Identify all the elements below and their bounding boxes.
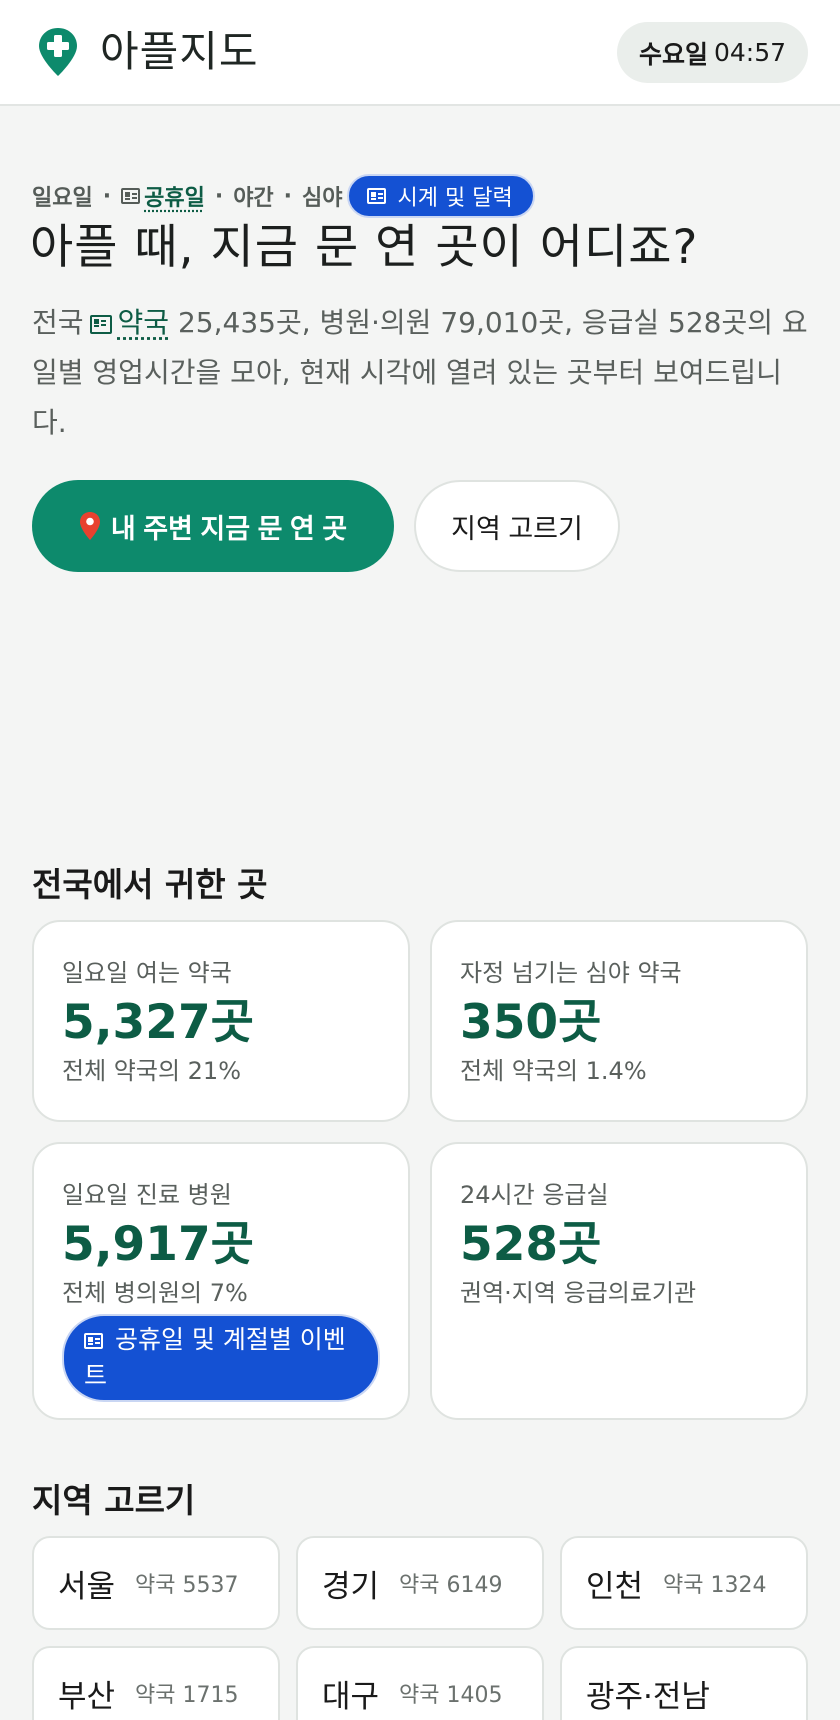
clock-calendar-chip[interactable]: 시계 및 달력: [346, 174, 535, 218]
secondary-button-label: 지역 고르기: [451, 513, 583, 544]
stat-note: 전체 병의원의 7%: [62, 1279, 248, 1307]
app-title[interactable]: 아플지도: [100, 24, 259, 80]
stat-value: 5,917곳: [62, 1217, 254, 1272]
region-count: 약국 1405: [399, 1683, 503, 1708]
stat-label: 일요일 진료 병원: [62, 1181, 232, 1209]
region-count: 약국 5537: [135, 1573, 239, 1598]
region-card-gwangju-jeonnam[interactable]: 광주·전남: [560, 1646, 808, 1720]
clock-time: 04:57: [713, 38, 786, 67]
meta-separator: ·: [102, 183, 112, 209]
stat-value: 5,327곳: [62, 995, 254, 1050]
primary-button-label: 내 주변 지금 문 연 곳: [110, 513, 348, 544]
region-name: 인천: [586, 1568, 644, 1605]
region-card-busan[interactable]: 부산 약국 1715: [32, 1646, 280, 1720]
stat-label: 자정 넘기는 심야 약국: [460, 959, 682, 987]
meta-holiday-label: 공휴일: [144, 186, 205, 211]
chip-label: 공휴일 및 계절별 이벤트: [84, 1325, 346, 1390]
clock-pill: 수요일 04:57: [616, 22, 808, 83]
meta-day: 일요일: [32, 186, 93, 211]
region-count: 약국 1324: [663, 1573, 767, 1598]
holiday-events-chip[interactable]: 공휴일 및 계절별 이벤트: [62, 1314, 380, 1402]
stat-card[interactable]: 일요일 진료 병원 5,917곳 전체 병의원의 7% 공휴일 및 계절별 이벤…: [32, 1142, 410, 1420]
region-name: 대구: [322, 1678, 380, 1715]
meta-separator: ·: [214, 183, 224, 209]
meta-separator: ·: [283, 183, 293, 209]
newspaper-icon: [84, 1333, 103, 1349]
stat-card[interactable]: 자정 넘기는 심야 약국 350곳 전체 약국의 1.4%: [430, 920, 808, 1122]
medical-pin-icon[interactable]: [38, 27, 78, 77]
region-count: 약국 6149: [399, 1573, 503, 1598]
region-name: 부산: [58, 1678, 116, 1715]
region-name: 경기: [322, 1568, 380, 1605]
desc-prefix: 전국: [32, 306, 84, 339]
region-card-daegu[interactable]: 대구 약국 1405: [296, 1646, 544, 1720]
region-card-gyeonggi[interactable]: 경기 약국 6149: [296, 1536, 544, 1630]
stat-card[interactable]: 일요일 여는 약국 5,327곳 전체 약국의 21%: [32, 920, 410, 1122]
nearby-open-now-button[interactable]: 내 주변 지금 문 연 곳: [32, 480, 394, 572]
hero-title: 아플 때, 지금 문 연 곳이 어디죠?: [30, 220, 699, 275]
newspaper-icon: [366, 188, 386, 204]
meta-night: 야간: [233, 186, 274, 211]
section-title-rare: 전국에서 귀한 곳: [32, 865, 268, 904]
region-count: 약국 1715: [135, 1683, 239, 1708]
map-pin-icon: [79, 512, 100, 540]
stat-value: 528곳: [460, 1217, 602, 1272]
meta-late-night: 심야: [302, 186, 343, 211]
stat-note: 전체 약국의 1.4%: [460, 1057, 647, 1085]
section-title-regions: 지역 고르기: [32, 1481, 196, 1520]
stat-value: 350곳: [460, 995, 602, 1050]
meta-holiday-link[interactable]: 공휴일: [121, 180, 205, 212]
stat-label: 24시간 응급실: [460, 1181, 609, 1209]
stat-note: 전체 약국의 21%: [62, 1057, 242, 1085]
region-card-incheon[interactable]: 인천 약국 1324: [560, 1536, 808, 1630]
stat-label: 일요일 여는 약국: [62, 959, 232, 987]
newspaper-icon: [121, 188, 141, 204]
pharmacy-link[interactable]: 약국: [118, 306, 170, 339]
app-header: 아플지도 수요일 04:57: [0, 0, 840, 106]
newspaper-icon: [89, 314, 112, 334]
region-name: 광주·전남: [586, 1678, 710, 1715]
choose-region-button[interactable]: 지역 고르기: [414, 480, 620, 572]
clock-day: 수요일: [638, 39, 708, 69]
chip-label: 시계 및 달력: [397, 186, 513, 211]
hero-description: 전국 약국 25,435곳, 병원·의원 79,010곳, 응급실 528곳의 요…: [32, 298, 812, 448]
stat-card[interactable]: 24시간 응급실 528곳 권역·지역 응급의료기관: [430, 1142, 808, 1420]
region-name: 서울: [58, 1568, 116, 1605]
stat-note: 권역·지역 응급의료기관: [460, 1279, 697, 1307]
hero-meta: 일요일 · 공휴일 · 야간 · 심야 시계 및 달력: [32, 174, 535, 218]
region-card-seoul[interactable]: 서울 약국 5537: [32, 1536, 280, 1630]
